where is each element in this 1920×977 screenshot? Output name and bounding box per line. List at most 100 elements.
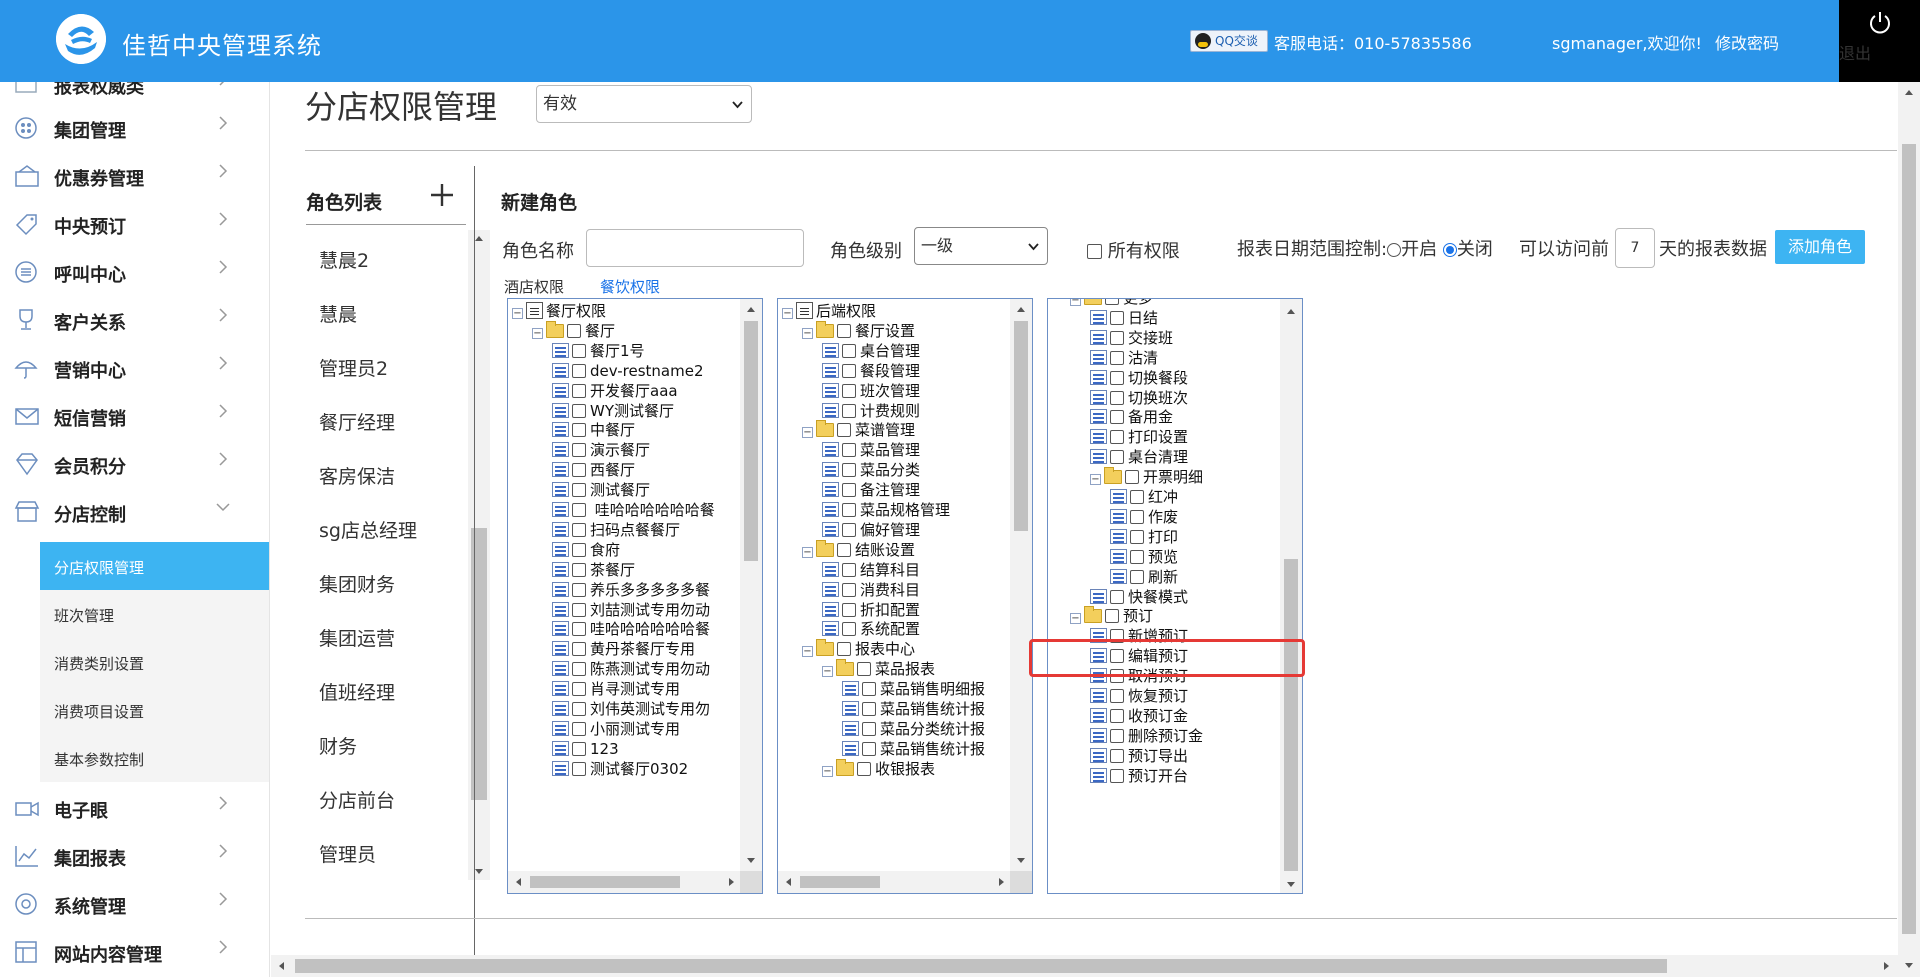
- tree-node[interactable]: 预订导出: [1090, 745, 1188, 767]
- tree-node-checkbox[interactable]: [1130, 490, 1144, 504]
- sidebar-item-coupon[interactable]: 优惠券管理: [0, 152, 269, 200]
- scroll-down-icon[interactable]: [1286, 879, 1296, 889]
- tree-node[interactable]: 交接班: [1090, 327, 1173, 349]
- tree-node-checkbox[interactable]: [1110, 450, 1124, 465]
- tree-node[interactable]: 备注管理: [822, 479, 920, 501]
- tree-node-checkbox[interactable]: [842, 582, 856, 597]
- tree-node[interactable]: 菜品销售统计报: [842, 698, 985, 720]
- tree-node[interactable]: 班次管理: [822, 380, 920, 402]
- tree-node[interactable]: 演示餐厅: [552, 439, 650, 461]
- tree-node[interactable]: 折扣配置: [822, 599, 920, 621]
- tree-node[interactable]: 收预订金: [1090, 705, 1188, 727]
- tree-node-checkbox[interactable]: [1105, 609, 1119, 624]
- tree-node[interactable]: 红冲: [1110, 486, 1178, 508]
- tree-node[interactable]: 扫码点餐餐厅: [552, 519, 680, 541]
- collapse-icon[interactable]: −: [782, 308, 793, 319]
- tree-node-checkbox[interactable]: [572, 662, 586, 677]
- sidebar-sub-branch-permissions[interactable]: 分店权限管理: [40, 542, 269, 590]
- tree-node-checkbox[interactable]: [1110, 430, 1124, 445]
- tree-node-checkbox[interactable]: [567, 323, 581, 338]
- sidebar-item-central-booking[interactable]: 中央预订: [0, 200, 269, 248]
- role-list-item[interactable]: 集团运营: [319, 624, 395, 651]
- tree-vscroll-thumb[interactable]: [1014, 321, 1028, 531]
- tree-node-checkbox[interactable]: [862, 721, 876, 736]
- tree-node-checkbox[interactable]: [1130, 529, 1144, 544]
- tree-vscrollbar[interactable]: [1280, 299, 1302, 893]
- role-name-input[interactable]: [586, 229, 804, 267]
- sidebar-item-member-points[interactable]: 会员积分: [0, 440, 269, 488]
- tree-node[interactable]: 新增预订: [1090, 625, 1188, 647]
- tree-node-checkbox[interactable]: [837, 642, 851, 657]
- tree-node-checkbox[interactable]: [1110, 728, 1124, 743]
- scroll-down-icon[interactable]: [1016, 855, 1026, 865]
- tree-node-checkbox[interactable]: [572, 721, 586, 736]
- tree-node[interactable]: 餐厅1号: [552, 340, 645, 362]
- sidebar-sub-shift-management[interactable]: 班次管理: [40, 590, 269, 638]
- tree-node[interactable]: − 结账设置: [802, 539, 915, 561]
- sidebar-item-customer-relations[interactable]: 客户关系: [0, 296, 269, 344]
- tree-node-checkbox[interactable]: [842, 403, 856, 418]
- tree-node[interactable]: 作废: [1110, 506, 1178, 528]
- tree-node-checkbox[interactable]: [1130, 569, 1144, 584]
- sidebar-sub-consumption-category[interactable]: 消费类别设置: [40, 638, 269, 686]
- role-list-scrollbar[interactable]: [468, 230, 490, 880]
- tree-node[interactable]: 菜品分类: [822, 459, 920, 481]
- tree-node[interactable]: 消费科目: [822, 579, 920, 601]
- sidebar-item-system-management[interactable]: 系统管理: [0, 880, 269, 928]
- page-hscroll-thumb[interactable]: [295, 959, 1667, 973]
- tree-node-checkbox[interactable]: [1110, 669, 1124, 684]
- collapse-icon[interactable]: −: [802, 546, 813, 558]
- tree-node[interactable]: 养乐多多多多多餐: [552, 579, 710, 601]
- tree-node[interactable]: − 餐厅设置: [802, 320, 915, 342]
- collapse-icon[interactable]: −: [1090, 474, 1101, 486]
- tree-node-checkbox[interactable]: [842, 443, 856, 458]
- collapse-icon[interactable]: −: [532, 327, 543, 339]
- tree-vscroll-thumb[interactable]: [744, 321, 758, 561]
- tree-node-checkbox[interactable]: [1130, 509, 1144, 524]
- add-icon[interactable]: [429, 182, 455, 208]
- collapse-icon[interactable]: −: [802, 646, 813, 658]
- tree-node[interactable]: 茶餐厅: [552, 559, 635, 581]
- tree-node[interactable]: 备用金: [1090, 406, 1173, 428]
- tree-node-checkbox[interactable]: [572, 423, 586, 438]
- tree-node-checkbox[interactable]: [862, 741, 876, 756]
- role-list-item[interactable]: 慧晨: [319, 300, 357, 327]
- scroll-up-icon[interactable]: [474, 234, 484, 244]
- tree-node-checkbox[interactable]: [572, 383, 586, 398]
- tree-node[interactable]: 桌台清理: [1090, 446, 1188, 468]
- tree-node[interactable]: WY测试餐厅: [552, 400, 674, 422]
- tree-node[interactable]: 切换班次: [1090, 387, 1188, 409]
- tree-node[interactable]: 哇哈哈哈哈哈哈餐: [552, 618, 710, 640]
- tree-node-checkbox[interactable]: [572, 403, 586, 418]
- tree-node[interactable]: − 收银报表: [822, 758, 935, 780]
- tree-node[interactable]: 快餐模式: [1090, 586, 1188, 608]
- tree-node[interactable]: 桌台管理: [822, 340, 920, 362]
- scroll-up-icon[interactable]: [1016, 305, 1026, 315]
- logout-button[interactable]: 退出: [1839, 0, 1920, 82]
- tree-node[interactable]: 切换餐段: [1090, 367, 1188, 389]
- tree-vscrollbar[interactable]: [1010, 299, 1032, 871]
- tree-node-checkbox[interactable]: [572, 642, 586, 657]
- tree-node-checkbox[interactable]: [842, 622, 856, 637]
- scroll-right-icon[interactable]: [996, 877, 1006, 887]
- scroll-right-icon[interactable]: [726, 877, 736, 887]
- role-list-item[interactable]: 值班经理: [319, 678, 395, 705]
- scroll-left-icon[interactable]: [514, 877, 524, 887]
- tree-node-checkbox[interactable]: [862, 682, 876, 697]
- tree-node-checkbox[interactable]: [1110, 350, 1124, 365]
- tree-node[interactable]: 结算科目: [822, 559, 920, 581]
- tree-node-checkbox[interactable]: [842, 343, 856, 358]
- tree-node[interactable]: 菜品销售统计报: [842, 738, 985, 760]
- tree-node[interactable]: 菜品销售明细报: [842, 678, 985, 700]
- tree-node-checkbox[interactable]: [1110, 708, 1124, 723]
- page-vscroll-thumb[interactable]: [1902, 144, 1916, 934]
- tree-node-checkbox[interactable]: [837, 423, 851, 438]
- tree-node-checkbox[interactable]: [1110, 768, 1124, 783]
- tab-hotel-permissions[interactable]: 酒店权限: [504, 276, 564, 297]
- collapse-icon[interactable]: −: [802, 327, 813, 339]
- date-range-on-radio[interactable]: [1387, 243, 1402, 257]
- sidebar-item-group[interactable]: 集团管理: [0, 104, 269, 152]
- tree-node[interactable]: 删除预订金: [1090, 725, 1203, 747]
- tree-node[interactable]: 测试餐厅: [552, 479, 650, 501]
- tree-node-checkbox[interactable]: [842, 483, 856, 498]
